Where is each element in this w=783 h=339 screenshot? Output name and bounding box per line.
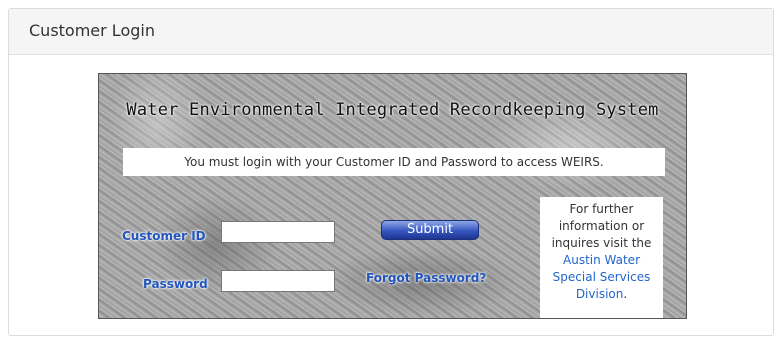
info-text: For further information or inquires visi… [551, 202, 652, 250]
customer-login-panel: Customer Login Water Environmental Integ… [8, 8, 774, 336]
password-label: Password [143, 277, 208, 291]
customer-id-label: Customer ID [122, 229, 206, 243]
panel-title: Customer Login [9, 9, 773, 55]
submit-button[interactable]: Submit [381, 220, 479, 240]
forgot-password-link[interactable]: Forgot Password? [366, 271, 486, 285]
info-box: For further information or inquires visi… [540, 197, 663, 318]
customer-id-input[interactable] [221, 221, 335, 243]
password-input[interactable] [221, 270, 335, 292]
info-suffix: . [623, 287, 628, 301]
login-notice: You must login with your Customer ID and… [123, 148, 665, 176]
login-box: Water Environmental Integrated Recordkee… [98, 73, 687, 319]
system-title: Water Environmental Integrated Recordkee… [126, 100, 659, 120]
special-services-link[interactable]: Austin Water Special Services Division [553, 253, 651, 301]
